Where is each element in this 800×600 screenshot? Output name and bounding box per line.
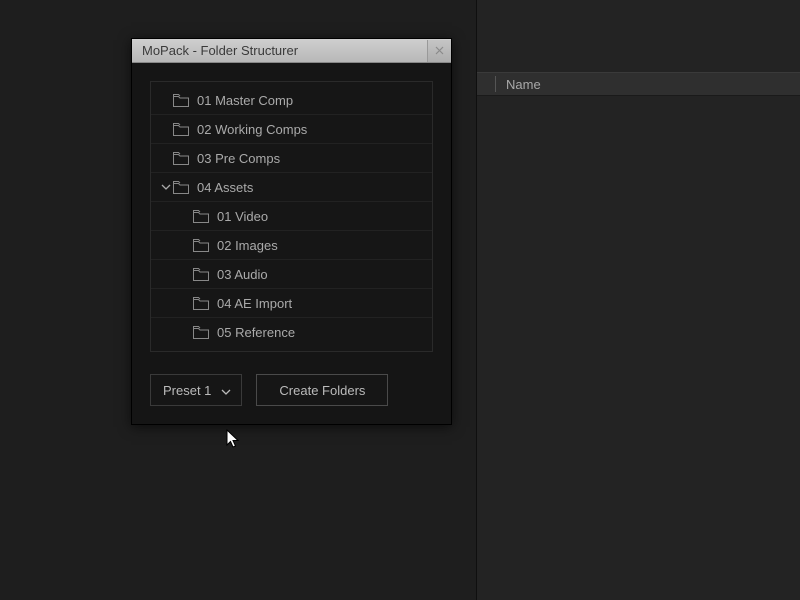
tree-label: 03 Pre Comps bbox=[197, 151, 280, 166]
folder-tree[interactable]: 01 Master Comp 02 Working Comps 03 Pre C… bbox=[150, 81, 433, 352]
dialog-title: MoPack - Folder Structurer bbox=[142, 43, 298, 58]
close-icon[interactable] bbox=[427, 40, 451, 62]
tree-label: 01 Video bbox=[217, 209, 268, 224]
dialog-controls: Preset 1 Create Folders bbox=[150, 374, 433, 406]
tree-row[interactable]: 01 Master Comp bbox=[151, 86, 432, 115]
folder-icon bbox=[173, 152, 189, 165]
project-panel-top-gap bbox=[477, 0, 800, 36]
folder-icon bbox=[173, 123, 189, 136]
tree-row[interactable]: 03 Pre Comps bbox=[151, 144, 432, 173]
create-folders-label: Create Folders bbox=[279, 383, 365, 398]
tree-label: 02 Images bbox=[217, 238, 278, 253]
expand-toggle[interactable] bbox=[159, 182, 173, 192]
folder-icon bbox=[193, 239, 209, 252]
preset-select[interactable]: Preset 1 bbox=[150, 374, 242, 406]
column-name-header[interactable]: Name bbox=[506, 77, 541, 92]
tree-label: 05 Reference bbox=[217, 325, 295, 340]
tree-row[interactable]: 03 Audio bbox=[151, 260, 432, 289]
tree-row[interactable]: 02 Working Comps bbox=[151, 115, 432, 144]
project-panel-header[interactable]: Name bbox=[477, 72, 800, 96]
tree-row[interactable]: 04 AE Import bbox=[151, 289, 432, 318]
dialog-titlebar[interactable]: MoPack - Folder Structurer bbox=[132, 39, 451, 63]
folder-icon bbox=[173, 181, 189, 194]
tree-row[interactable]: 01 Video bbox=[151, 202, 432, 231]
tree-row[interactable]: 05 Reference bbox=[151, 318, 432, 347]
tree-label: 02 Working Comps bbox=[197, 122, 307, 137]
tree-label: 04 Assets bbox=[197, 180, 253, 195]
folder-icon bbox=[193, 297, 209, 310]
tree-label: 03 Audio bbox=[217, 267, 268, 282]
folder-icon bbox=[193, 326, 209, 339]
chevron-down-icon bbox=[221, 385, 231, 395]
tree-label: 01 Master Comp bbox=[197, 93, 293, 108]
mouse-cursor-icon bbox=[226, 429, 242, 451]
dialog-body: 01 Master Comp 02 Working Comps 03 Pre C… bbox=[132, 63, 451, 424]
preset-select-label: Preset 1 bbox=[163, 383, 211, 398]
tree-label: 04 AE Import bbox=[217, 296, 292, 311]
folder-icon bbox=[193, 210, 209, 223]
chevron-down-icon bbox=[161, 182, 171, 192]
folder-icon bbox=[193, 268, 209, 281]
project-panel: Name bbox=[476, 0, 800, 600]
folder-icon bbox=[173, 94, 189, 107]
column-divider[interactable] bbox=[495, 76, 496, 92]
tree-row[interactable]: 02 Images bbox=[151, 231, 432, 260]
project-panel-body[interactable] bbox=[477, 96, 800, 600]
folder-structurer-dialog: MoPack - Folder Structurer 01 Master Com… bbox=[131, 38, 452, 425]
tree-row[interactable]: 04 Assets bbox=[151, 173, 432, 202]
create-folders-button[interactable]: Create Folders bbox=[256, 374, 388, 406]
